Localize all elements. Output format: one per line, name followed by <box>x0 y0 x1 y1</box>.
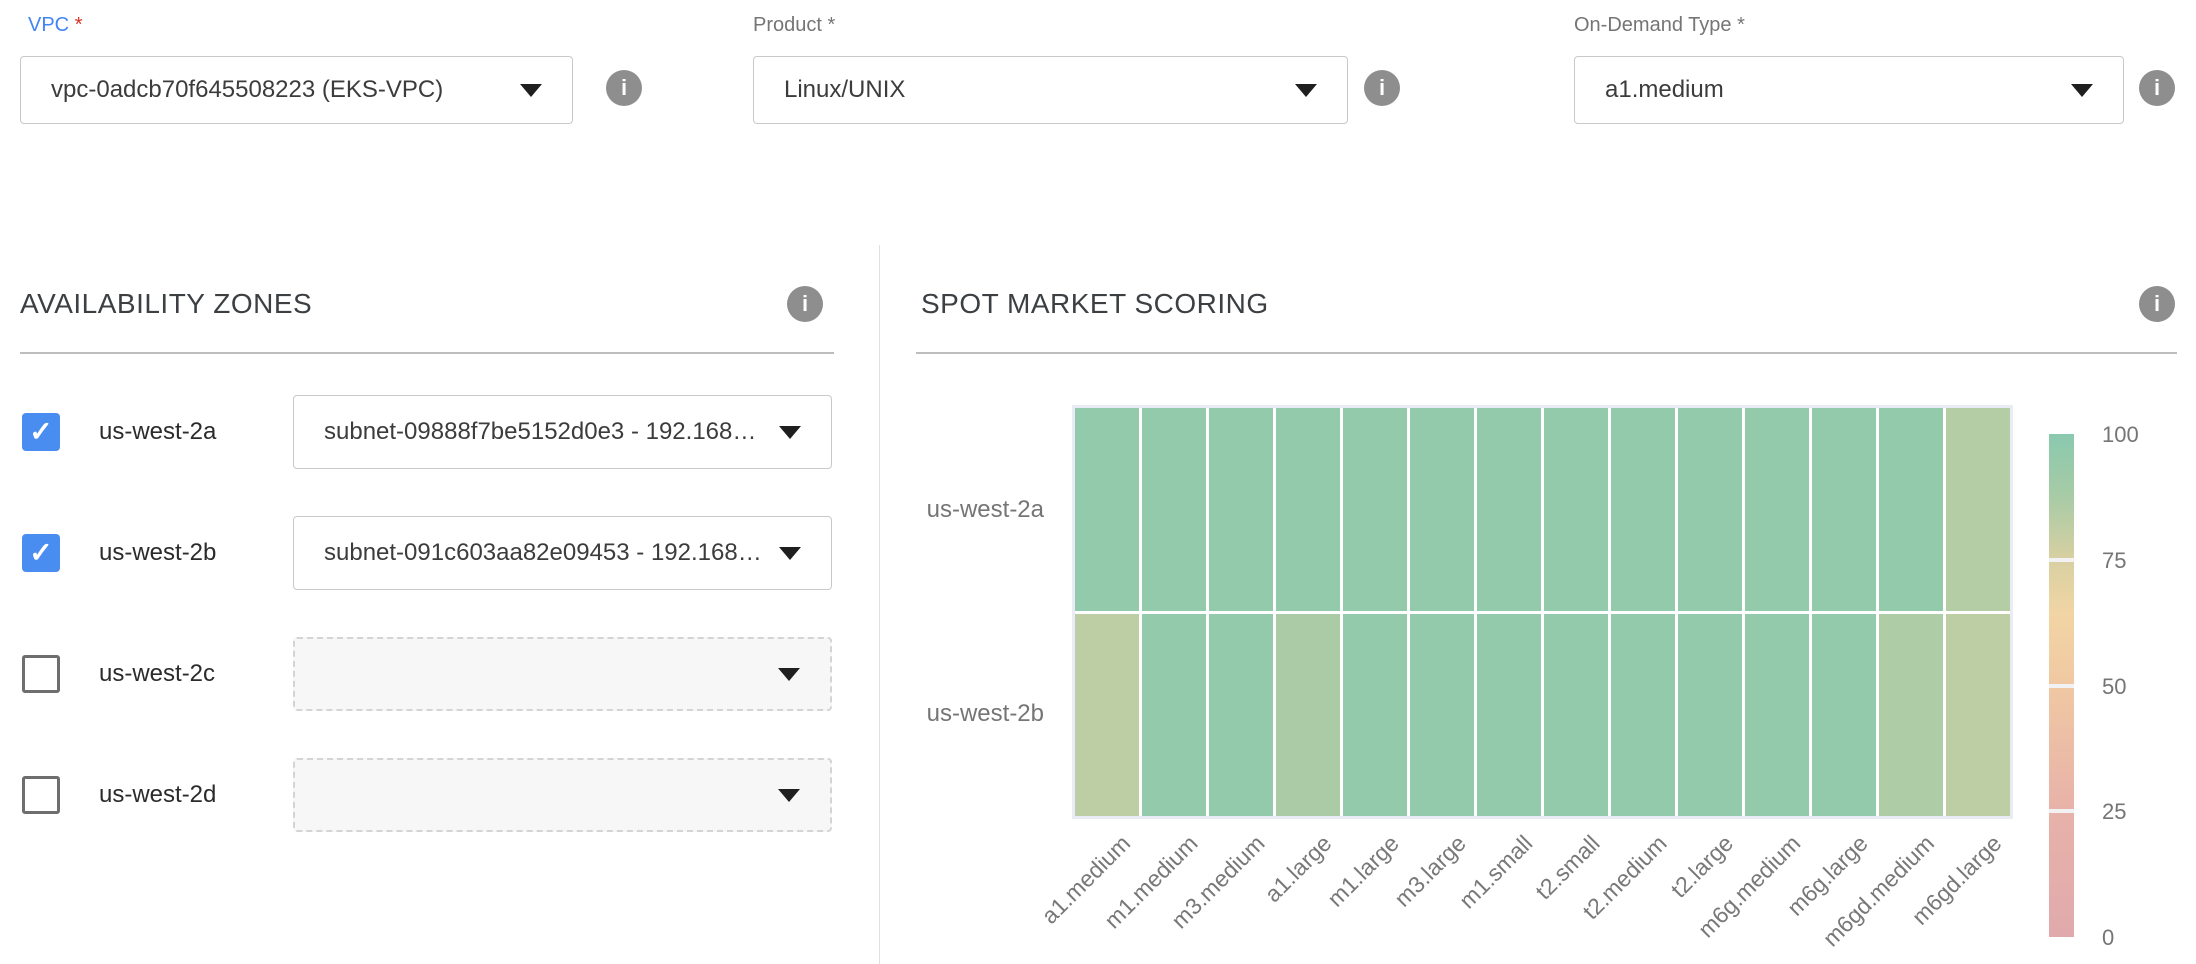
heatmap-grid <box>1075 408 2010 816</box>
subnet-select-us-west-2b[interactable]: subnet-091c603aa82e09453 - 192.168… <box>293 516 832 590</box>
vpc-required-mark: * <box>75 14 83 36</box>
heatmap-cell-us-west-2a-t2.large <box>1678 408 1742 611</box>
heatmap-cell-us-west-2a-t2.medium <box>1611 408 1675 611</box>
vpc-select[interactable]: vpc-0adcb70f645508223 (EKS-VPC) <box>20 56 573 124</box>
product-info-icon[interactable]: i <box>1364 70 1400 106</box>
heatmap-col-label-text: m1.large <box>1322 830 1404 912</box>
heatmap-cell-us-west-2b-a1.large <box>1276 614 1340 817</box>
heatmap-cell-us-west-2b-m6gd.large <box>1946 614 2010 817</box>
vpc-select-value: vpc-0adcb70f645508223 (EKS-VPC) <box>21 76 520 104</box>
heatmap-cell-us-west-2a-m3.medium <box>1209 408 1273 611</box>
colorbar-tick-label-0: 0 <box>2102 925 2114 951</box>
colorbar-tick-line <box>2049 558 2074 562</box>
heatmap-cell-us-west-2b-m6g.medium <box>1745 614 1809 817</box>
product-required-mark: * <box>828 14 836 36</box>
heatmap-frame <box>1072 405 2013 819</box>
heatmap-cell-us-west-2b-t2.small <box>1544 614 1608 817</box>
product-select-value: Linux/UNIX <box>754 76 1295 104</box>
colorbar-tick-line <box>2049 684 2074 688</box>
heatmap-cell-us-west-2a-m6g.medium <box>1745 408 1809 611</box>
heatmap-row-label-us-west-2a: us-west-2a <box>844 496 1044 524</box>
heatmap-cell-us-west-2b-m1.large <box>1343 614 1407 817</box>
checkbox-checked-us-west-2b[interactable]: ✓ <box>22 534 60 572</box>
on-demand-type-label-text: On-Demand Type <box>1574 14 1732 36</box>
heatmap-cell-us-west-2a-m6gd.medium <box>1879 408 1943 611</box>
heatmap-cell-us-west-2a-m6gd.large <box>1946 408 2010 611</box>
az-row-us-west-2b: ✓ us-west-2b subnet-091c603aa82e09453 - 19… <box>0 516 860 590</box>
az-zone-label: us-west-2b <box>99 516 216 590</box>
colorbar-tick-label-25: 25 <box>2102 799 2126 825</box>
az-zone-label: us-west-2d <box>99 758 216 832</box>
heatmap-col-label-text: m1.small <box>1454 830 1538 914</box>
heatmap-cell-us-west-2b-m3.large <box>1410 614 1474 817</box>
heatmap-cell-us-west-2a-t2.small <box>1544 408 1608 611</box>
subnet-select-us-west-2d <box>293 758 832 832</box>
az-row-us-west-2c: us-west-2c <box>0 637 860 711</box>
product-label: Product * <box>753 14 835 37</box>
vpc-label-text: VPC <box>28 14 69 36</box>
colorbar-tick-label-75: 75 <box>2102 548 2126 574</box>
checkbox-checked-us-west-2a[interactable]: ✓ <box>22 413 60 451</box>
heatmap-row-label-us-west-2b: us-west-2b <box>844 700 1044 728</box>
heatmap-cell-us-west-2a-m3.large <box>1410 408 1474 611</box>
on-demand-type-select-value: a1.medium <box>1575 76 2071 104</box>
heatmap-cell-us-west-2b-m1.medium <box>1142 614 1206 817</box>
heatmap-cell-us-west-2a-m1.small <box>1477 408 1541 611</box>
chevron-down-icon <box>2071 84 2093 97</box>
chevron-down-icon <box>779 426 801 439</box>
on-demand-type-select[interactable]: a1.medium <box>1574 56 2124 124</box>
spot-market-scoring-info-icon[interactable]: i <box>2139 286 2175 322</box>
availability-zones-rule <box>20 352 834 354</box>
heatmap-cell-us-west-2b-m3.medium <box>1209 614 1273 817</box>
spot-market-scoring-title: SPOT MARKET SCORING <box>921 288 1269 320</box>
subnet-select-value: subnet-09888f7be5152d0e3 - 192.168… <box>294 418 779 446</box>
heatmap-cell-us-west-2b-t2.large <box>1678 614 1742 817</box>
panel-divider <box>879 245 880 964</box>
chevron-down-icon <box>520 84 542 97</box>
heatmap-cell-us-west-2a-m1.large <box>1343 408 1407 611</box>
chevron-down-icon <box>1295 84 1317 97</box>
subnet-select-us-west-2a[interactable]: subnet-09888f7be5152d0e3 - 192.168… <box>293 395 832 469</box>
heatmap-cell-us-west-2a-m6g.large <box>1812 408 1876 611</box>
availability-zones-title: AVAILABILITY ZONES <box>20 288 312 320</box>
heatmap-cell-us-west-2b-t2.medium <box>1611 614 1675 817</box>
heatmap-cell-us-west-2b-m1.small <box>1477 614 1541 817</box>
heatmap-cell-us-west-2a-m1.medium <box>1142 408 1206 611</box>
on-demand-type-info-icon[interactable]: i <box>2139 70 2175 106</box>
availability-zones-info-icon[interactable]: i <box>787 286 823 322</box>
on-demand-type-label: On-Demand Type * <box>1574 14 1745 37</box>
chevron-down-icon <box>778 668 800 681</box>
product-select[interactable]: Linux/UNIX <box>753 56 1348 124</box>
checkbox-unchecked-us-west-2d[interactable] <box>22 776 60 814</box>
heatmap-cell-us-west-2b-m6g.large <box>1812 614 1876 817</box>
colorbar-tick-line <box>2049 809 2074 813</box>
vpc-info-icon[interactable]: i <box>606 70 642 106</box>
az-zone-label: us-west-2a <box>99 395 216 469</box>
spot-market-scoring-rule <box>916 352 2177 354</box>
heatmap-cell-us-west-2b-m6gd.medium <box>1879 614 1943 817</box>
az-row-us-west-2d: us-west-2d <box>0 758 860 832</box>
vpc-label: VPC * <box>28 14 82 37</box>
heatmap-cell-us-west-2a-a1.medium <box>1075 408 1139 611</box>
subnet-select-value: subnet-091c603aa82e09453 - 192.168… <box>294 539 779 567</box>
on-demand-type-required-mark: * <box>1737 14 1745 36</box>
heatmap-colorbar <box>2049 434 2074 937</box>
colorbar-tick-label-100: 100 <box>2102 422 2139 448</box>
heatmap-cell-us-west-2a-a1.large <box>1276 408 1340 611</box>
az-row-us-west-2a: ✓ us-west-2a subnet-09888f7be5152d0e3 - 19… <box>0 395 860 469</box>
product-label-text: Product <box>753 14 822 36</box>
checkbox-unchecked-us-west-2c[interactable] <box>22 655 60 693</box>
az-zone-label: us-west-2c <box>99 637 215 711</box>
subnet-select-us-west-2c <box>293 637 832 711</box>
colorbar-tick-label-50: 50 <box>2102 674 2126 700</box>
heatmap-cell-us-west-2b-a1.medium <box>1075 614 1139 817</box>
chevron-down-icon <box>779 547 801 560</box>
chevron-down-icon <box>778 789 800 802</box>
